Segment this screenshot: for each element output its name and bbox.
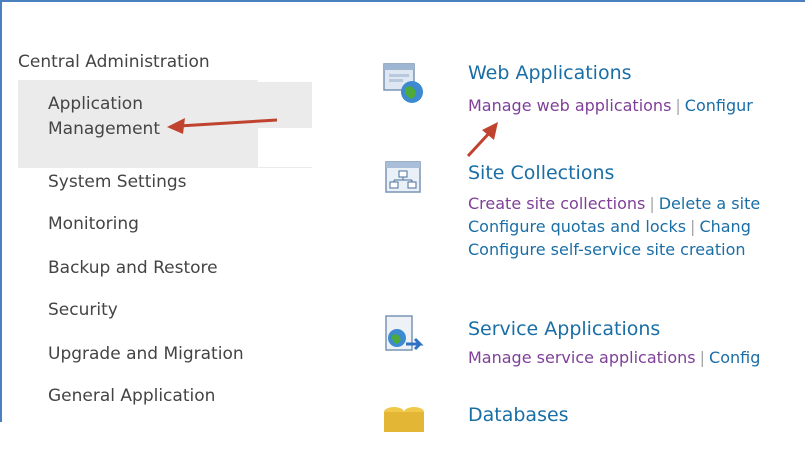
- databases-icon: [384, 407, 424, 432]
- sidebar-item-label: General Application: [48, 386, 216, 406]
- section-links-web-applications: Manage web applications | Configur: [468, 94, 753, 117]
- sidebar-item-label: Security: [48, 300, 118, 320]
- link-separator: |: [649, 194, 655, 213]
- sidebar-item-label: Application Management: [48, 94, 160, 139]
- link-configure-service-application[interactable]: Config: [709, 348, 760, 367]
- section-title-databases[interactable]: Databases: [468, 404, 569, 426]
- section-title-web-applications[interactable]: Web Applications: [468, 62, 632, 84]
- nav-root-central-administration[interactable]: Central Administration: [18, 52, 210, 72]
- link-configure-web-applications[interactable]: Configur: [685, 96, 753, 115]
- section-links-site-collections: Create site collections | Delete a site Co…: [468, 192, 760, 261]
- link-separator: |: [675, 96, 681, 115]
- sidebar-item-system-settings[interactable]: System Settings: [18, 168, 312, 196]
- sidebar-item-general-application[interactable]: General Application: [18, 382, 312, 410]
- section-title-site-collections[interactable]: Site Collections: [468, 162, 614, 184]
- link-manage-web-applications[interactable]: Manage web applications: [468, 96, 671, 115]
- sidebar-item-backup-and-restore[interactable]: Backup and Restore: [18, 254, 312, 282]
- sidebar-item-label: Monitoring: [48, 214, 139, 234]
- link-manage-service-applications[interactable]: Manage service applications: [468, 348, 696, 367]
- sidebar-item-label: Upgrade and Migration: [48, 344, 244, 364]
- link-separator: |: [690, 217, 696, 236]
- link-delete-a-site-collection[interactable]: Delete a site: [659, 194, 760, 213]
- link-configure-self-service-site-creation[interactable]: Configure self-service site creation: [468, 240, 746, 259]
- web-applications-icon: [383, 63, 423, 103]
- link-configure-quotas-and-locks[interactable]: Configure quotas and locks: [468, 217, 686, 236]
- section-title-service-applications[interactable]: Service Applications: [468, 318, 660, 340]
- sidebar-item-label: Backup and Restore: [48, 258, 218, 278]
- sidebar-item-application-management[interactable]: Application Management: [18, 80, 258, 168]
- section-links-service-applications: Manage service applications | Config: [468, 346, 760, 369]
- link-create-site-collections[interactable]: Create site collections: [468, 194, 645, 213]
- sidebar-item-monitoring[interactable]: Monitoring: [18, 210, 312, 238]
- service-applications-icon: [385, 315, 424, 351]
- link-change-site-collection[interactable]: Chang: [699, 217, 750, 236]
- site-collections-icon: [385, 161, 421, 193]
- sidebar-item-security[interactable]: Security: [18, 296, 312, 324]
- sidebar-item-upgrade-and-migration[interactable]: Upgrade and Migration: [18, 340, 312, 368]
- sidebar-item-label: System Settings: [48, 172, 187, 192]
- link-separator: |: [699, 348, 706, 367]
